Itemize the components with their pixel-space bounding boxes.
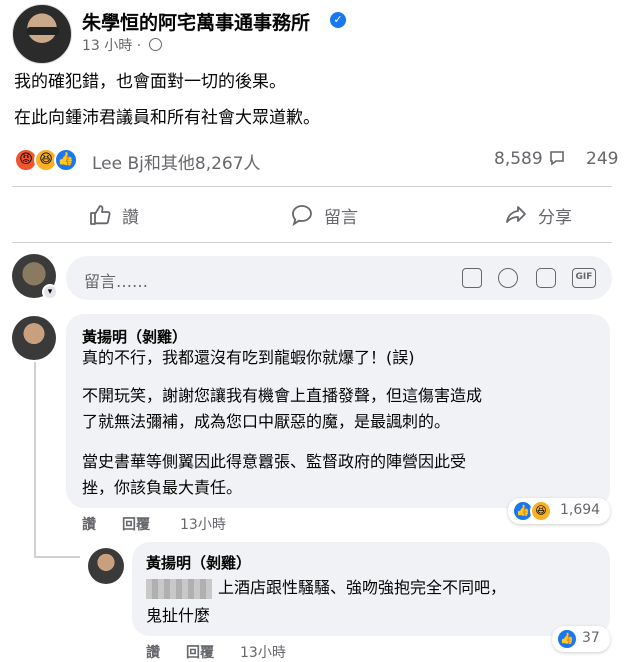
comment-reactions[interactable]: 👍 😆 1,694 [508, 498, 610, 524]
post-time[interactable]: 13 小時 · [82, 35, 141, 55]
share-count[interactable]: 249 [586, 149, 618, 169]
divider [12, 186, 612, 187]
like-button-label: 讚 [122, 207, 139, 228]
globe-icon [149, 38, 162, 51]
comment-button[interactable]: 留言 [290, 200, 358, 230]
camera-icon[interactable] [536, 268, 556, 288]
reaction-icons[interactable]: 😡 😆 👍 [14, 148, 94, 174]
comment-reply-button[interactable]: 回覆 [122, 514, 150, 534]
share-button[interactable]: 分享 [504, 200, 572, 230]
reply-text: 上酒店跟性騷騷、強吻強抱完全不同吧， [146, 576, 506, 600]
share-button-label: 分享 [538, 207, 572, 228]
reply-time[interactable]: 13小時 [240, 642, 286, 662]
comment-icon [292, 205, 312, 227]
comment-time[interactable]: 13小時 [180, 514, 226, 534]
reaction-summary[interactable]: Lee Bj和其他8,267人 [92, 149, 261, 174]
reply-text-line-1: 上酒店跟性騷騷、強吻強抱完全不同吧， [218, 578, 507, 597]
comment-text: 當史書華等側翼因此得意囂張、監督政府的陣營因此受 [82, 452, 467, 471]
comment-text: 挫，你該負最大責任。 [82, 478, 243, 497]
divider [12, 242, 612, 243]
comment-reaction-count: 1,694 [560, 502, 601, 518]
haha-reaction-icon: 😆 [530, 500, 552, 522]
commenter-avatar[interactable] [12, 316, 56, 360]
comment-count-icon [550, 151, 564, 166]
comment-author[interactable]: 黃揚明（剝雞） [82, 326, 187, 347]
emoji-icon[interactable] [498, 268, 518, 288]
page-avatar[interactable] [12, 4, 72, 64]
like-reaction-icon: 👍 [54, 148, 78, 172]
reply-avatar[interactable] [88, 548, 124, 584]
comment-placeholder: 留言…… [84, 272, 149, 291]
chevron-down-icon[interactable]: ▾ [42, 284, 58, 300]
like-reaction-icon: 👍 [556, 628, 578, 650]
comment-text: 不開玩笑，謝謝您讓我有機會上直播發聲，但這傷害造成 [82, 386, 483, 405]
reply-text: 鬼扯什麼 [146, 606, 211, 625]
verified-badge-icon: ✓ [330, 12, 346, 28]
comment-text: 了就無法彌補，成為您口中厭惡的魔，是最諷刺的。 [82, 412, 451, 431]
thread-line [34, 362, 36, 558]
comment-text: 真的不行，我都還沒有吃到龍蝦你就爆了！(誤) [82, 348, 415, 367]
blurred-name [146, 578, 212, 599]
like-icon [90, 205, 111, 225]
post-text-line-1: 我的確犯錯，也會面對一切的後果。 [14, 72, 286, 92]
comment-count-value: 8,589 [494, 149, 543, 169]
reply-reactions[interactable]: 👍 37 [552, 626, 610, 652]
share-icon [506, 206, 526, 223]
thread-line [34, 556, 80, 558]
comment-like-button[interactable]: 讚 [82, 514, 96, 534]
comment-button-label: 留言 [324, 207, 358, 228]
reply-reply-button[interactable]: 回覆 [186, 642, 214, 662]
reply-like-button[interactable]: 讚 [146, 642, 160, 662]
page-name[interactable]: 朱學恒的阿宅萬事通事務所 [82, 8, 310, 35]
sticker-icon[interactable] [462, 268, 482, 288]
reply-author[interactable]: 黃揚明（剝雞） [146, 552, 251, 573]
comment-count[interactable]: 8,589 [494, 149, 566, 169]
reply-reaction-count: 37 [582, 630, 600, 646]
post-text-line-2: 在此向鍾沛君議員和所有社會大眾道歉。 [14, 108, 320, 128]
gif-icon[interactable]: GIF [572, 268, 596, 288]
like-button[interactable]: 讚 [88, 200, 139, 230]
